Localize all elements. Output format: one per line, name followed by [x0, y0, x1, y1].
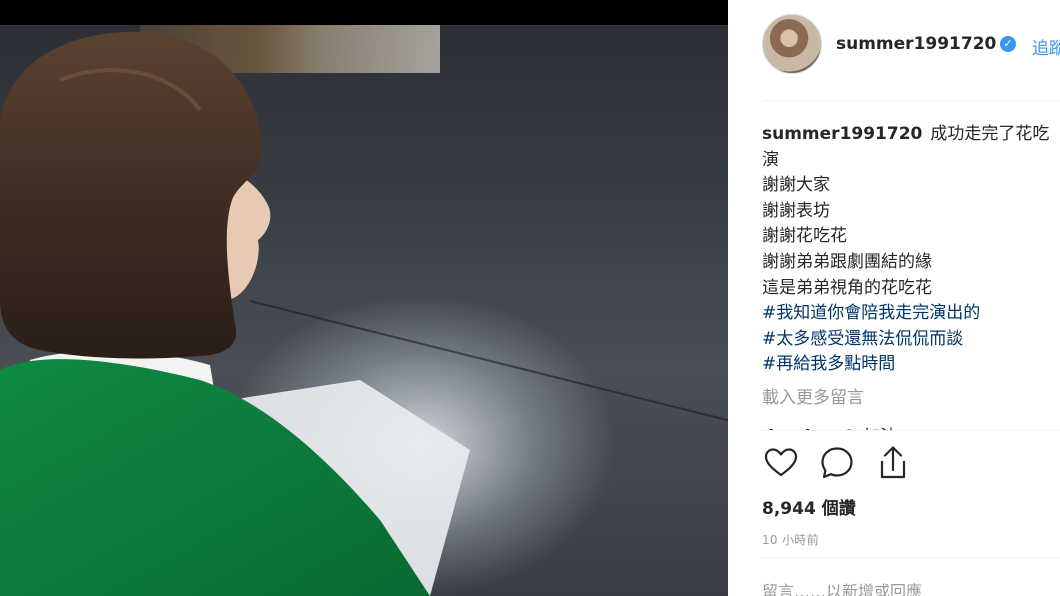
follow-button[interactable]: 追蹤	[1032, 34, 1060, 59]
load-more-comments-link[interactable]: 載入更多留言	[762, 386, 1060, 412]
post-sidebar: summer1991720 ✓ 追蹤 summer1991720 成功走完了花吃 …	[728, 0, 1060, 596]
action-bar	[762, 444, 962, 484]
divider	[762, 430, 1060, 431]
photo-person-figure	[0, 31, 470, 596]
divider	[762, 100, 1060, 101]
caption-line: 謝謝弟弟跟劇團結的緣	[762, 251, 932, 272]
caption-line: summer1991720 成功走完了花吃	[762, 122, 1060, 148]
header-username[interactable]: summer1991720	[836, 34, 996, 54]
comment-placeholder: 留言……以新增或回應	[762, 582, 923, 596]
share-icon[interactable]	[874, 444, 912, 482]
avatar[interactable]	[762, 14, 822, 74]
caption-line: 謝謝大家	[762, 175, 830, 196]
caption-text: 成功走完了花吃	[930, 124, 1050, 144]
comment-bubble-icon[interactable]	[818, 444, 856, 482]
caption-line: 謝謝表坊	[762, 200, 830, 221]
verified-badge-icon: ✓	[1000, 36, 1016, 52]
like-count[interactable]: 8,944 個讚	[762, 494, 856, 519]
partial-comment: dundun_0加油	[762, 420, 1060, 430]
caption-line: 這是弟弟視角的花吃花	[762, 277, 932, 298]
hashtag-link[interactable]: #我知道你會陪我走完演出的	[762, 301, 1060, 327]
divider	[762, 557, 1060, 558]
caption-line: 演	[762, 149, 779, 170]
post-photo[interactable]	[0, 0, 728, 596]
post-timestamp[interactable]: 10 小時前	[762, 531, 819, 548]
post-header: summer1991720 ✓ 追蹤	[728, 0, 1060, 90]
hashtag-link[interactable]: #太多感受還無法侃侃而談	[762, 327, 1060, 353]
comment-input[interactable]: 留言……以新增或回應	[762, 582, 1060, 596]
caption-line: 謝謝花吃花	[762, 226, 847, 247]
hashtag-link[interactable]: #再給我多點時間	[762, 352, 1060, 378]
heart-icon[interactable]	[762, 444, 800, 482]
caption-username[interactable]: summer1991720	[762, 124, 922, 144]
post-caption: summer1991720 成功走完了花吃 演 謝謝大家 謝謝表坊 謝謝花吃花 謝…	[762, 122, 1060, 414]
